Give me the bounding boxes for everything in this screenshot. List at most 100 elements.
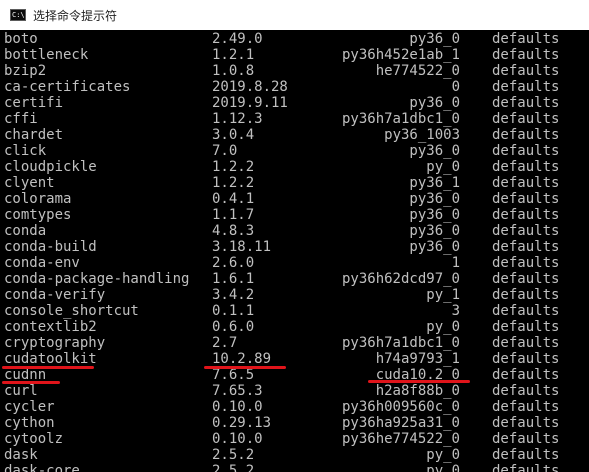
package-build: py36h7a1dbc1_0 bbox=[341, 111, 460, 127]
package-version: 7.65.3 bbox=[212, 383, 263, 399]
package-build: py36_0 bbox=[409, 31, 460, 47]
package-channel: defaults bbox=[492, 223, 560, 239]
package-row: chardet 3.0.4 py36_1003 defaults bbox=[0, 127, 589, 143]
package-build: py_1 bbox=[426, 287, 460, 303]
package-row: dask-core 2.5.2 py_0 defaults bbox=[0, 463, 589, 472]
package-channel: defaults bbox=[492, 95, 560, 111]
package-row: conda 4.8.3 py36_0 defaults bbox=[0, 223, 589, 239]
package-row: bzip2 1.0.8 he774522_0 defaults bbox=[0, 63, 589, 79]
package-channel: defaults bbox=[492, 79, 560, 95]
package-name: cloudpickle bbox=[4, 159, 97, 175]
package-name: conda-build bbox=[4, 239, 97, 255]
package-version: 0.1.1 bbox=[212, 303, 255, 319]
command-prompt-window: C:\ 选择命令提示符 boto 2.49.0 py36_0 defaults bott… bbox=[0, 0, 589, 472]
package-name: cython bbox=[4, 415, 55, 431]
package-name: conda bbox=[4, 223, 47, 239]
package-row: clyent 1.2.2 py36_1 defaults bbox=[0, 175, 589, 191]
console-output[interactable]: boto 2.49.0 py36_0 defaults bottleneck 1.2.1 p… bbox=[0, 30, 589, 472]
package-name: ca-certificates bbox=[4, 79, 131, 95]
package-channel: defaults bbox=[492, 431, 560, 447]
package-version: 1.6.1 bbox=[212, 271, 255, 287]
package-channel: defaults bbox=[492, 159, 560, 175]
annotation-underline-cudnn-name bbox=[2, 381, 60, 384]
package-build: h74a9793_1 bbox=[375, 351, 460, 367]
package-build: py_0 bbox=[426, 319, 460, 335]
package-name: click bbox=[4, 143, 47, 159]
package-channel: defaults bbox=[492, 63, 560, 79]
package-name: conda-env bbox=[4, 255, 80, 271]
package-version: 0.10.0 bbox=[212, 431, 263, 447]
package-version: 0.10.0 bbox=[212, 399, 263, 415]
package-version: 7.0 bbox=[212, 143, 238, 159]
package-row: console_shortcut 0.1.1 3 defaults bbox=[0, 303, 589, 319]
package-channel: defaults bbox=[492, 239, 560, 255]
package-channel: defaults bbox=[492, 447, 560, 463]
package-build: py36_0 bbox=[409, 223, 460, 239]
package-row: cudatoolkit 10.2.89 h74a9793_1 defaults bbox=[0, 351, 589, 367]
package-channel: defaults bbox=[492, 255, 560, 271]
package-row: cryptography 2.7 py36h7a1dbc1_0 defaults bbox=[0, 335, 589, 351]
package-name: console_shortcut bbox=[4, 303, 139, 319]
package-channel: defaults bbox=[492, 207, 560, 223]
annotation-underline-cudatoolkit-version bbox=[204, 366, 286, 369]
package-build: py36h7a1dbc1_0 bbox=[341, 335, 460, 351]
package-channel: defaults bbox=[492, 47, 560, 63]
package-version: 2.5.2 bbox=[212, 463, 255, 472]
package-row: comtypes 1.1.7 py36_0 defaults bbox=[0, 207, 589, 223]
package-row: contextlib2 0.6.0 py_0 defaults bbox=[0, 319, 589, 335]
package-build: py36_1003 bbox=[384, 127, 460, 143]
package-name: conda-package-handling bbox=[4, 271, 190, 287]
package-channel: defaults bbox=[492, 143, 560, 159]
package-version: 3.0.4 bbox=[212, 127, 255, 143]
package-version: 3.18.11 bbox=[212, 239, 272, 255]
package-name: dask-core bbox=[4, 463, 80, 472]
package-build: py36he774522_0 bbox=[341, 431, 460, 447]
title-bar[interactable]: C:\ 选择命令提示符 bbox=[0, 0, 589, 31]
package-build: 0 bbox=[451, 79, 460, 95]
package-version: 2.6.0 bbox=[212, 255, 255, 271]
package-name: bzip2 bbox=[4, 63, 47, 79]
package-version: 10.2.89 bbox=[212, 351, 272, 367]
package-build: py36_0 bbox=[409, 143, 460, 159]
package-version: 0.29.13 bbox=[212, 415, 272, 431]
package-build: py36ha925a31_0 bbox=[341, 415, 460, 431]
package-row: certifi 2019.9.11 py36_0 defaults bbox=[0, 95, 589, 111]
package-build: he774522_0 bbox=[375, 63, 460, 79]
package-build: py36_1 bbox=[409, 175, 460, 191]
package-version: 2.49.0 bbox=[212, 31, 263, 47]
package-row: cytoolz 0.10.0 py36he774522_0 defaults bbox=[0, 431, 589, 447]
package-channel: defaults bbox=[492, 111, 560, 127]
annotation-underline-cudnn-build bbox=[368, 380, 470, 383]
package-row: conda-build 3.18.11 py36_0 defaults bbox=[0, 239, 589, 255]
package-channel: defaults bbox=[492, 383, 560, 399]
package-name: cycler bbox=[4, 399, 55, 415]
package-build: py36h009560c_0 bbox=[341, 399, 460, 415]
package-version: 1.2.2 bbox=[212, 159, 255, 175]
package-build: py_0 bbox=[426, 159, 460, 175]
package-version: 1.0.8 bbox=[212, 63, 255, 79]
package-name: conda-verify bbox=[4, 287, 106, 303]
package-name: cryptography bbox=[4, 335, 106, 351]
package-row: cycler 0.10.0 py36h009560c_0 defaults bbox=[0, 399, 589, 415]
package-channel: defaults bbox=[492, 31, 560, 47]
package-row: conda-verify 3.4.2 py_1 defaults bbox=[0, 287, 589, 303]
package-version: 2019.8.28 bbox=[212, 79, 288, 95]
annotation-underline-cudatoolkit-name bbox=[2, 366, 94, 369]
package-version: 0.4.1 bbox=[212, 191, 255, 207]
package-channel: defaults bbox=[492, 415, 560, 431]
package-channel: defaults bbox=[492, 335, 560, 351]
package-version: 7.6.5 bbox=[212, 367, 255, 383]
package-channel: defaults bbox=[492, 319, 560, 335]
package-row: bottleneck 1.2.1 py36h452e1ab_1 defaults bbox=[0, 47, 589, 63]
package-name: bottleneck bbox=[4, 47, 89, 63]
package-row: boto 2.49.0 py36_0 defaults bbox=[0, 31, 589, 47]
cmd-prompt-icon: C:\ bbox=[10, 9, 26, 21]
package-build: 3 bbox=[451, 303, 460, 319]
package-build: py36_0 bbox=[409, 207, 460, 223]
package-name: comtypes bbox=[4, 207, 72, 223]
package-version: 2.7 bbox=[212, 335, 238, 351]
package-channel: defaults bbox=[492, 463, 560, 472]
package-build: h2a8f88b_0 bbox=[375, 383, 460, 399]
package-name: colorama bbox=[4, 191, 72, 207]
window-title: 选择命令提示符 bbox=[33, 8, 118, 23]
